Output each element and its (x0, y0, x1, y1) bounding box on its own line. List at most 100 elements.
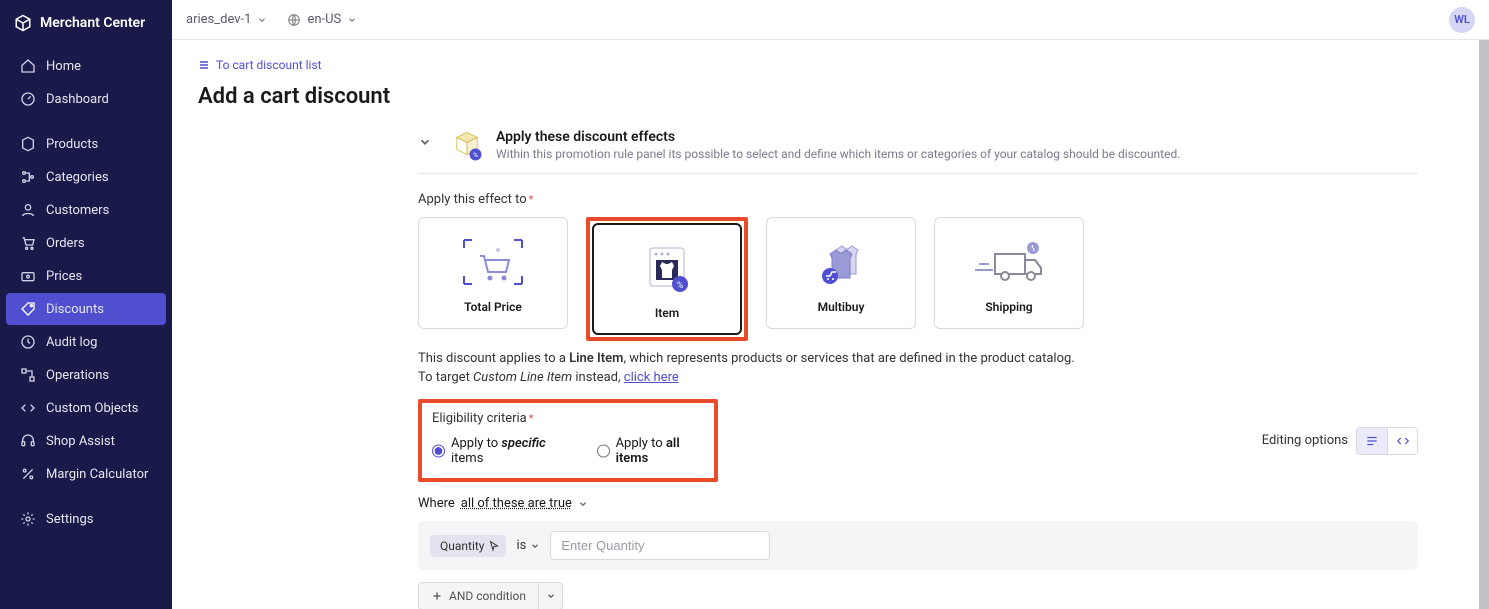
card-shipping[interactable]: Shipping (934, 217, 1084, 329)
list-icon (198, 59, 210, 71)
app-name: Merchant Center (40, 15, 145, 31)
card-label: Multibuy (818, 300, 865, 314)
operator-label: is (516, 538, 526, 553)
condition-row: Quantity is (418, 521, 1418, 570)
home-icon (20, 58, 36, 74)
avatar-initials: WL (1454, 13, 1470, 26)
card-label: Total Price (464, 300, 522, 314)
plus-icon (431, 590, 443, 602)
sidebar-item-label: Products (46, 137, 98, 152)
sidebar-item-label: Dashboard (46, 92, 109, 107)
sidebar-item-custom-objects[interactable]: Custom Objects (6, 392, 166, 424)
quantity-chip[interactable]: Quantity (430, 535, 506, 557)
breadcrumb[interactable]: To cart discount list (198, 58, 1453, 72)
radio-specific-items[interactable]: Apply to specific items (432, 436, 567, 466)
sidebar-item-audit[interactable]: Audit log (6, 326, 166, 358)
locale-selector[interactable]: en-US (287, 12, 357, 27)
flow-icon (20, 367, 36, 383)
sidebar-item-label: Audit log (46, 335, 97, 350)
svg-text:%: % (473, 151, 478, 159)
chip-label: Quantity (440, 539, 484, 553)
sidebar-item-label: Prices (46, 269, 82, 284)
app-logo[interactable]: Merchant Center (0, 8, 172, 50)
card-multibuy[interactable]: Multibuy (766, 217, 916, 329)
truck-icon (969, 232, 1049, 292)
avatar[interactable]: WL (1449, 7, 1475, 33)
radio-all-input[interactable] (597, 444, 610, 458)
person-icon (20, 202, 36, 218)
sidebar-item-label: Orders (46, 236, 85, 251)
chevron-down-icon (257, 15, 267, 25)
chevron-down-icon (530, 541, 540, 551)
card-label: Item (655, 306, 679, 320)
where-clause: Where all of these are true (418, 496, 1418, 511)
price-icon (20, 268, 36, 284)
sidebar-item-label: Operations (46, 368, 109, 383)
sidebar-item-label: Discounts (46, 302, 104, 317)
sidebar-item-products[interactable]: Products (6, 128, 166, 160)
breadcrumb-text: To cart discount list (216, 58, 322, 72)
radio-label: Apply to all items (616, 436, 704, 466)
quantity-input[interactable] (550, 531, 770, 560)
sidebar-item-label: Shop Assist (46, 434, 115, 449)
svg-text:%: % (677, 281, 684, 291)
editing-mode-visual[interactable] (1357, 428, 1387, 454)
collapse-toggle[interactable] (418, 129, 438, 149)
and-condition-button[interactable]: AND condition (418, 582, 539, 609)
cart-frame-icon (453, 232, 533, 292)
sidebar-item-label: Home (46, 59, 81, 74)
chevron-down-icon[interactable] (578, 499, 588, 509)
sidebar-item-label: Customers (46, 203, 109, 218)
tree-icon (20, 169, 36, 185)
page-title: Add a cart discount (198, 84, 1453, 109)
sidebar: Merchant Center Home Dashboard Products … (0, 0, 172, 609)
editing-options-label: Editing options (1262, 433, 1348, 448)
cube-icon (20, 136, 36, 152)
sidebar-item-categories[interactable]: Categories (6, 161, 166, 193)
apply-effect-label: Apply this effect to (418, 192, 1418, 207)
sidebar-item-settings[interactable]: Settings (6, 503, 166, 535)
sidebar-item-customers[interactable]: Customers (6, 194, 166, 226)
item-frame-icon: % (627, 238, 707, 298)
radio-all-items[interactable]: Apply to all items (597, 436, 704, 466)
sidebar-item-shop-assist[interactable]: Shop Assist (6, 425, 166, 457)
radio-specific-input[interactable] (432, 444, 445, 458)
card-item[interactable]: % Item (592, 223, 742, 335)
click-here-link[interactable]: click here (624, 370, 679, 385)
where-all-toggle[interactable]: all of these are true (461, 496, 572, 511)
sidebar-item-dashboard[interactable]: Dashboard (6, 83, 166, 115)
gear-icon (20, 511, 36, 527)
sidebar-item-label: Settings (46, 512, 93, 527)
locale-name: en-US (307, 12, 341, 27)
code-icon (20, 400, 36, 416)
cart-icon (20, 235, 36, 251)
card-total-price[interactable]: Total Price (418, 217, 568, 329)
and-label: AND condition (449, 589, 526, 603)
sidebar-item-label: Margin Calculator (46, 467, 148, 482)
operator-select[interactable]: is (516, 538, 540, 553)
headset-icon (20, 433, 36, 449)
tag-icon (20, 301, 36, 317)
project-selector[interactable]: aries_dev-1 (186, 12, 267, 27)
eligibility-label: Eligibility criteria (432, 411, 704, 426)
card-label: Shipping (985, 300, 1032, 314)
gauge-icon (20, 91, 36, 107)
and-condition-dropdown[interactable] (539, 582, 563, 609)
history-icon (20, 334, 36, 350)
panel-subtitle: Within this promotion rule panel its pos… (496, 147, 1180, 161)
target-custom-text: To target Custom Line Item instead, clic… (418, 370, 1418, 385)
discount-applies-text: This discount applies to a Line Item, wh… (418, 351, 1418, 366)
sidebar-item-label: Categories (46, 170, 109, 185)
sidebar-item-discounts[interactable]: Discounts (6, 293, 166, 325)
sidebar-item-orders[interactable]: Orders (6, 227, 166, 259)
sidebar-item-operations[interactable]: Operations (6, 359, 166, 391)
sidebar-item-margin-calc[interactable]: Margin Calculator (6, 458, 166, 490)
percent-icon (20, 466, 36, 482)
chevron-down-icon (347, 15, 357, 25)
sidebar-item-prices[interactable]: Prices (6, 260, 166, 292)
sidebar-item-label: Custom Objects (46, 401, 139, 416)
sidebar-item-home[interactable]: Home (6, 50, 166, 82)
chevron-down-icon (546, 591, 556, 601)
eligibility-highlight: Eligibility criteria Apply to specific i… (418, 399, 718, 482)
editing-mode-code[interactable] (1387, 428, 1417, 454)
